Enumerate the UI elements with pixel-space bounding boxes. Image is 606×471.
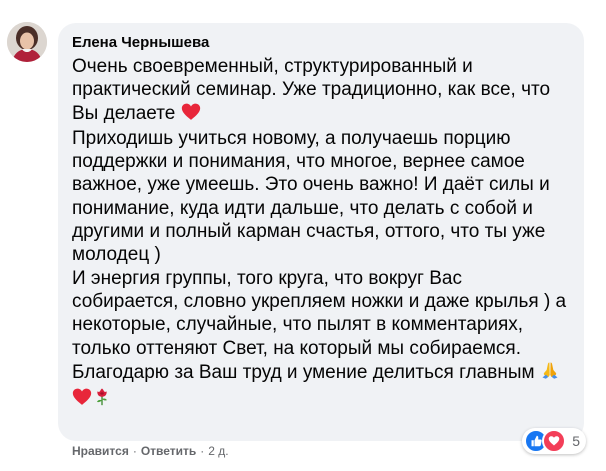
like-action[interactable]: Нравится (72, 444, 129, 458)
comment-bubble: Елена Чернышева Очень своевременный, стр… (58, 23, 586, 454)
separator-dot: · (132, 444, 137, 458)
comment-text: Очень своевременный, структурированный и… (72, 55, 572, 412)
comment-paragraph: И энергия группы, того круга, что вокруг… (72, 267, 572, 360)
love-reaction-icon (542, 429, 567, 453)
avatar-photo (7, 22, 47, 62)
reaction-count: 5 (572, 433, 580, 449)
folded-hands-emoji-icon (540, 360, 560, 386)
comment-paragraph: Очень своевременный, структурированный и… (72, 55, 572, 127)
separator-dot: · (200, 444, 205, 458)
reactions-summary[interactable]: 5 (522, 428, 586, 454)
comment-paragraph-text: Очень своевременный, структурированный и… (72, 56, 551, 124)
heart-emoji-icon (181, 102, 201, 127)
comment-paragraph: Приходишь учиться новому, а получаешь по… (72, 127, 572, 267)
comment-paragraph-text: И энергия группы, того круга, что вокруг… (72, 267, 567, 359)
comment-actions: Нравится · Ответить · 2 д. (72, 444, 229, 458)
reply-action[interactable]: Ответить (141, 444, 196, 458)
author-avatar[interactable] (7, 22, 47, 62)
comment-paragraph-text: Благодарю за Ваш труд и умение делиться … (72, 361, 535, 383)
heart-emoji-icon (72, 387, 92, 412)
comment-timestamp[interactable]: 2 д. (208, 444, 228, 458)
comment-paragraph: Благодарю за Ваш труд и умение делиться … (72, 360, 572, 413)
comment-paragraph-text: Приходишь учиться новому, а получаешь по… (72, 127, 550, 266)
comment-author-name[interactable]: Елена Чернышева (72, 34, 209, 51)
rose-emoji-icon (92, 386, 112, 412)
